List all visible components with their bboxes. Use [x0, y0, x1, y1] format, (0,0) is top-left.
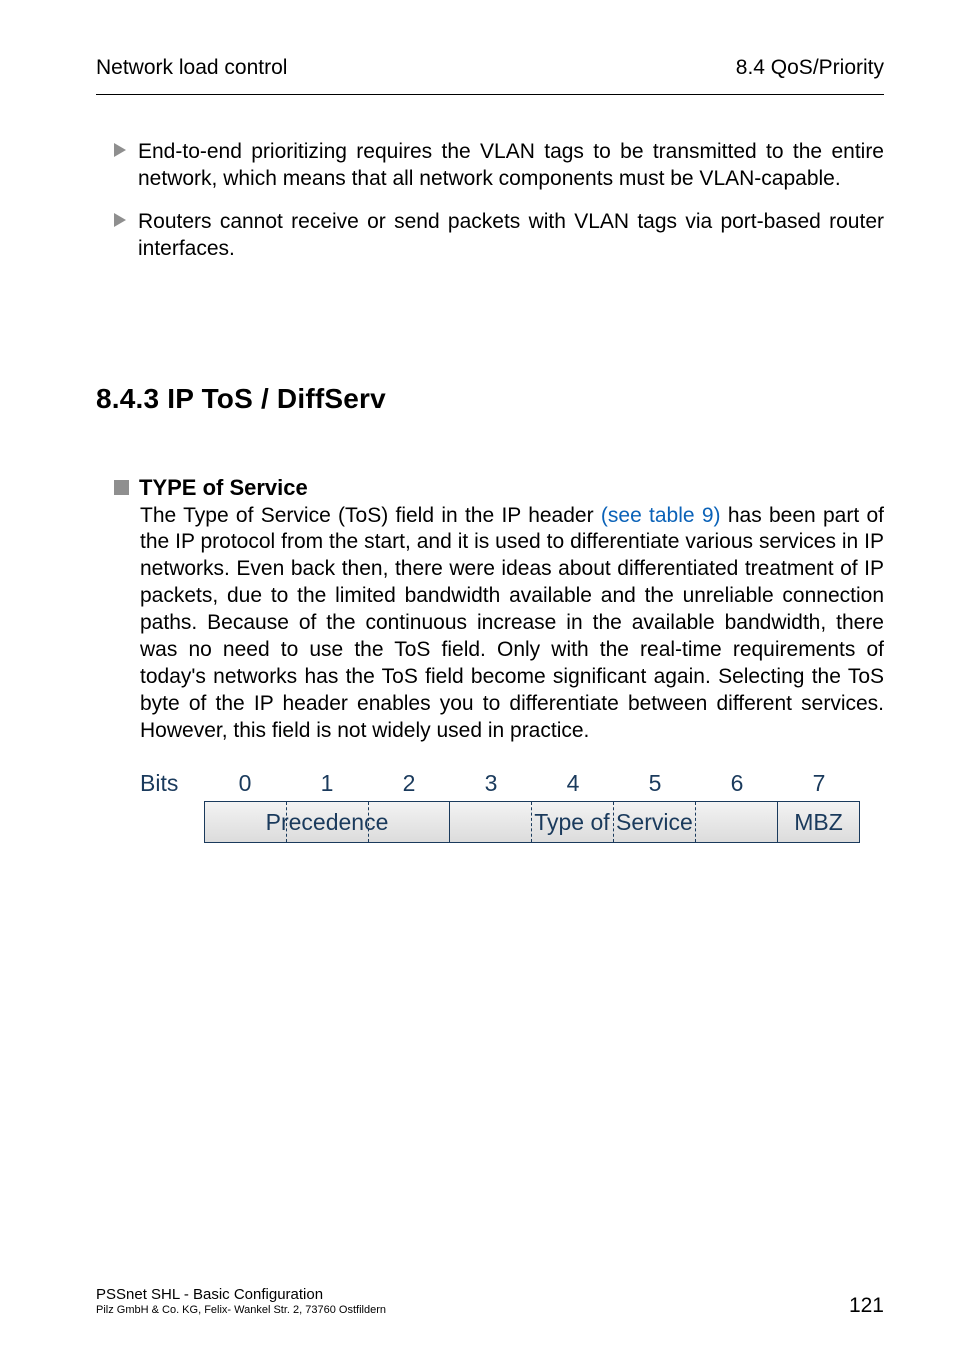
- bit-index: 5: [614, 770, 696, 797]
- bit-index: 0: [204, 770, 286, 797]
- footer-title: PSSnet SHL - Basic Configuration: [96, 1286, 386, 1305]
- paragraph-rest: has been part of the IP protocol from th…: [140, 504, 884, 742]
- subsection-title: TYPE of Service: [139, 475, 308, 501]
- paragraph-start: The Type of Service (ToS) field in the I…: [140, 504, 601, 527]
- header-rule: [96, 94, 884, 95]
- bullet-item: End-to-end prioritizing requires the VLA…: [114, 139, 884, 193]
- field-type-of-service: Type of Service: [450, 801, 778, 843]
- tos-byte-diagram: Bits 0 1 2 3 4 5 6 7 Precedence: [140, 770, 884, 843]
- bullet-item: Routers cannot receive or send packets w…: [114, 209, 884, 263]
- square-icon: [114, 480, 129, 495]
- header-left: Network load control: [96, 56, 287, 80]
- field-precedence-label: Precedence: [266, 809, 389, 836]
- bullet-text: End-to-end prioritizing requires the VLA…: [138, 139, 884, 193]
- field-mbz-label: MBZ: [794, 809, 843, 836]
- bit-index: 2: [368, 770, 450, 797]
- bit-index: 3: [450, 770, 532, 797]
- field-precedence: Precedence: [204, 801, 450, 843]
- table-reference-link[interactable]: (see table 9): [601, 504, 721, 527]
- bullet-text: Routers cannot receive or send packets w…: [138, 209, 884, 263]
- bits-label: Bits: [140, 770, 204, 797]
- triangle-icon: [114, 213, 138, 227]
- footer-left: PSSnet SHL - Basic Configuration Pilz Gm…: [96, 1286, 386, 1319]
- bit-index: 4: [532, 770, 614, 797]
- field-mbz: MBZ: [778, 801, 860, 843]
- bit-index: 6: [696, 770, 778, 797]
- page-number: 121: [849, 1294, 884, 1318]
- header-right: 8.4 QoS/Priority: [736, 56, 884, 80]
- bit-index: 1: [286, 770, 368, 797]
- footer-sub: Pilz GmbH & Co. KG, Felix- Wankel Str. 2…: [96, 1304, 386, 1318]
- subsection-paragraph: The Type of Service (ToS) field in the I…: [140, 503, 884, 745]
- triangle-icon: [114, 143, 138, 157]
- section-heading: 8.4.3 IP ToS / DiffServ: [96, 383, 884, 415]
- bit-index: 7: [778, 770, 860, 797]
